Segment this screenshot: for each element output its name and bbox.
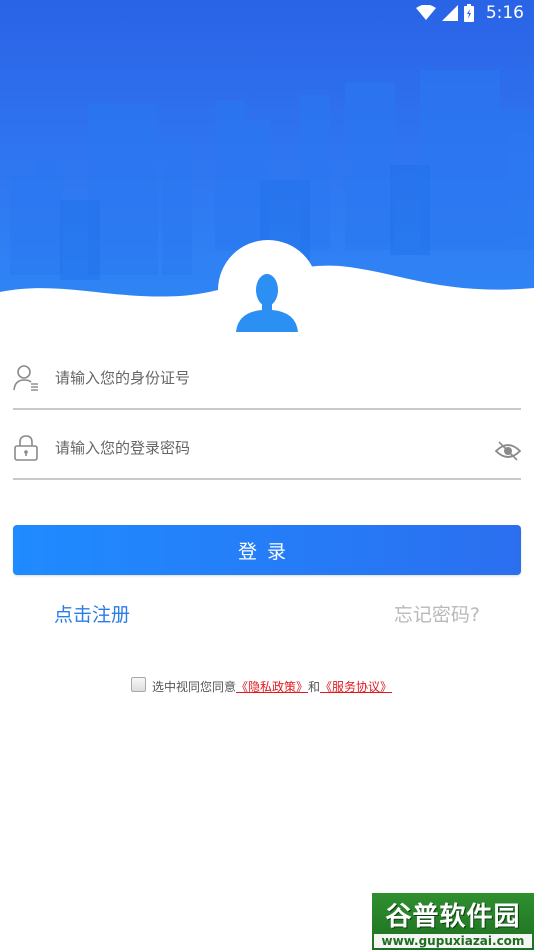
forgot-password-link[interactable]: 忘记密码? <box>394 600 480 627</box>
status-bar: 5:16 <box>0 0 534 28</box>
id-number-field <box>13 348 521 410</box>
user-silhouette-icon <box>236 274 298 332</box>
privacy-policy-link[interactable]: 《隐私政策》 <box>236 678 308 695</box>
login-button[interactable]: 登录 <box>13 525 521 575</box>
battery-icon <box>463 4 474 22</box>
user-id-icon <box>13 365 38 391</box>
agreement-checkbox[interactable] <box>131 677 146 692</box>
eye-icon[interactable] <box>495 440 521 462</box>
password-input[interactable] <box>55 430 475 466</box>
wifi-icon <box>415 5 436 20</box>
service-agreement-link[interactable]: 《服务协议》 <box>320 678 392 695</box>
watermark-logo: 谷普软件园 www.gupuxiazai.com <box>372 893 534 950</box>
watermark-url: www.gupuxiazai.com <box>374 934 532 948</box>
avatar[interactable] <box>218 240 318 340</box>
agreement-text: 选中视同您同意 <box>152 680 237 694</box>
status-time: 5:16 <box>485 3 524 23</box>
agreement-row: 选中视同您同意 《隐私政策》 和 《服务协议》 <box>131 677 392 695</box>
agreement-conjunction: 和 <box>308 680 321 694</box>
watermark-title: 谷普软件园 <box>385 902 521 932</box>
cellular-signal-icon <box>441 5 458 21</box>
id-number-input[interactable] <box>55 360 475 396</box>
register-link[interactable]: 点击注册 <box>54 600 130 627</box>
password-field <box>13 418 521 480</box>
lock-icon <box>14 435 38 461</box>
